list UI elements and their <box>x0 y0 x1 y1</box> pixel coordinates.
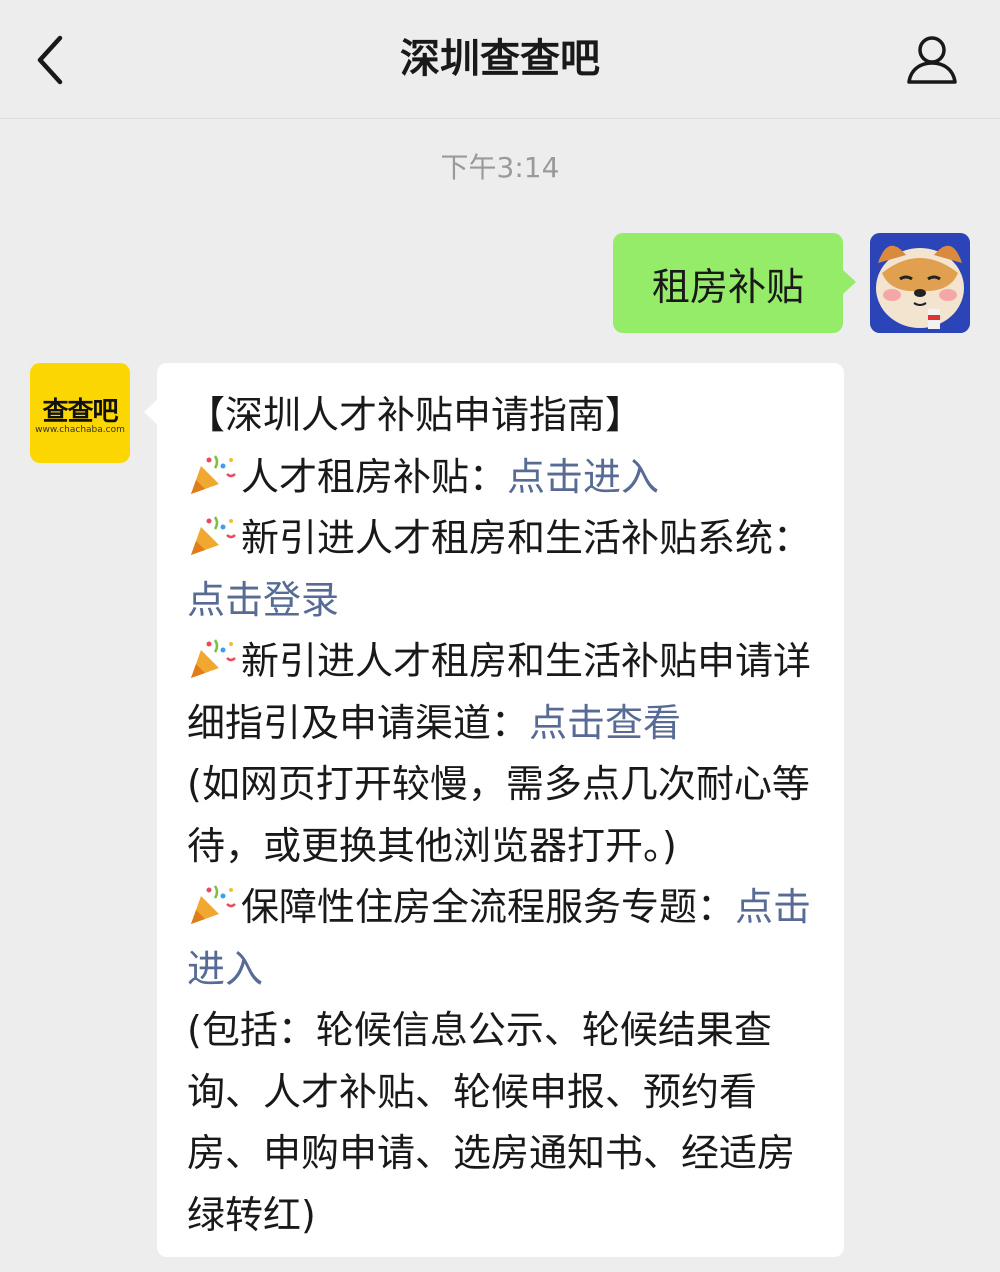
item-3-text: 新引进人才租房和生活补贴申请详细指引及申请渠道： <box>187 639 812 745</box>
chat-title: 深圳查查吧 <box>400 36 600 82</box>
user-icon <box>907 36 957 84</box>
party-popper-icon <box>191 639 236 678</box>
party-popper-icon <box>191 454 236 494</box>
bot-avatar[interactable]: 查查吧 www.chachaba.com <box>30 363 130 463</box>
item-1-text: 人才租房补贴： <box>241 454 508 499</box>
user-avatar[interactable] <box>870 233 970 333</box>
item-2-link[interactable]: 点击登录 <box>187 578 339 622</box>
shiba-dog-avatar-image <box>870 233 970 333</box>
item-1-link[interactable]: 点击进入 <box>507 455 659 499</box>
outgoing-message-text: 租房补贴 <box>651 264 804 309</box>
message-timestamp: 下午3:14 <box>440 151 560 184</box>
party-popper-icon <box>191 885 236 924</box>
bot-logo-url: www.chachaba.com <box>35 425 125 435</box>
note-2: (包括：轮候信息公示、轮候结果查询、人才补贴、轮候申报、预约看房、申购申请、选房… <box>187 1008 796 1237</box>
profile-button[interactable] <box>902 30 962 90</box>
incoming-message-bubble: 【深圳人才补贴申请指南】 人才租房补贴：点击进入 新引进人才租房和生活补贴系统：… <box>144 363 844 1257</box>
item-2-text: 新引进人才租房和生活补贴系统： <box>241 516 812 560</box>
item-3-link[interactable]: 点击查看 <box>529 701 681 745</box>
nav-bar: 深圳查查吧 <box>0 0 1000 119</box>
guide-title: 【深圳人才补贴申请指南】 <box>187 393 644 437</box>
outgoing-message-bubble[interactable]: 租房补贴 <box>613 233 856 333</box>
note-1: (如网页打开较慢，需多点几次耐心等待，或更换其他浏览器打开。) <box>187 762 810 868</box>
bot-logo-text: 查查吧 <box>42 397 118 427</box>
message-body: 【深圳人才补贴申请指南】 人才租房补贴：点击进入 新引进人才租房和生活补贴系统：… <box>187 385 814 1246</box>
item-4-text: 保障性住房全流程服务专题： <box>241 885 736 929</box>
party-popper-icon <box>191 516 236 555</box>
